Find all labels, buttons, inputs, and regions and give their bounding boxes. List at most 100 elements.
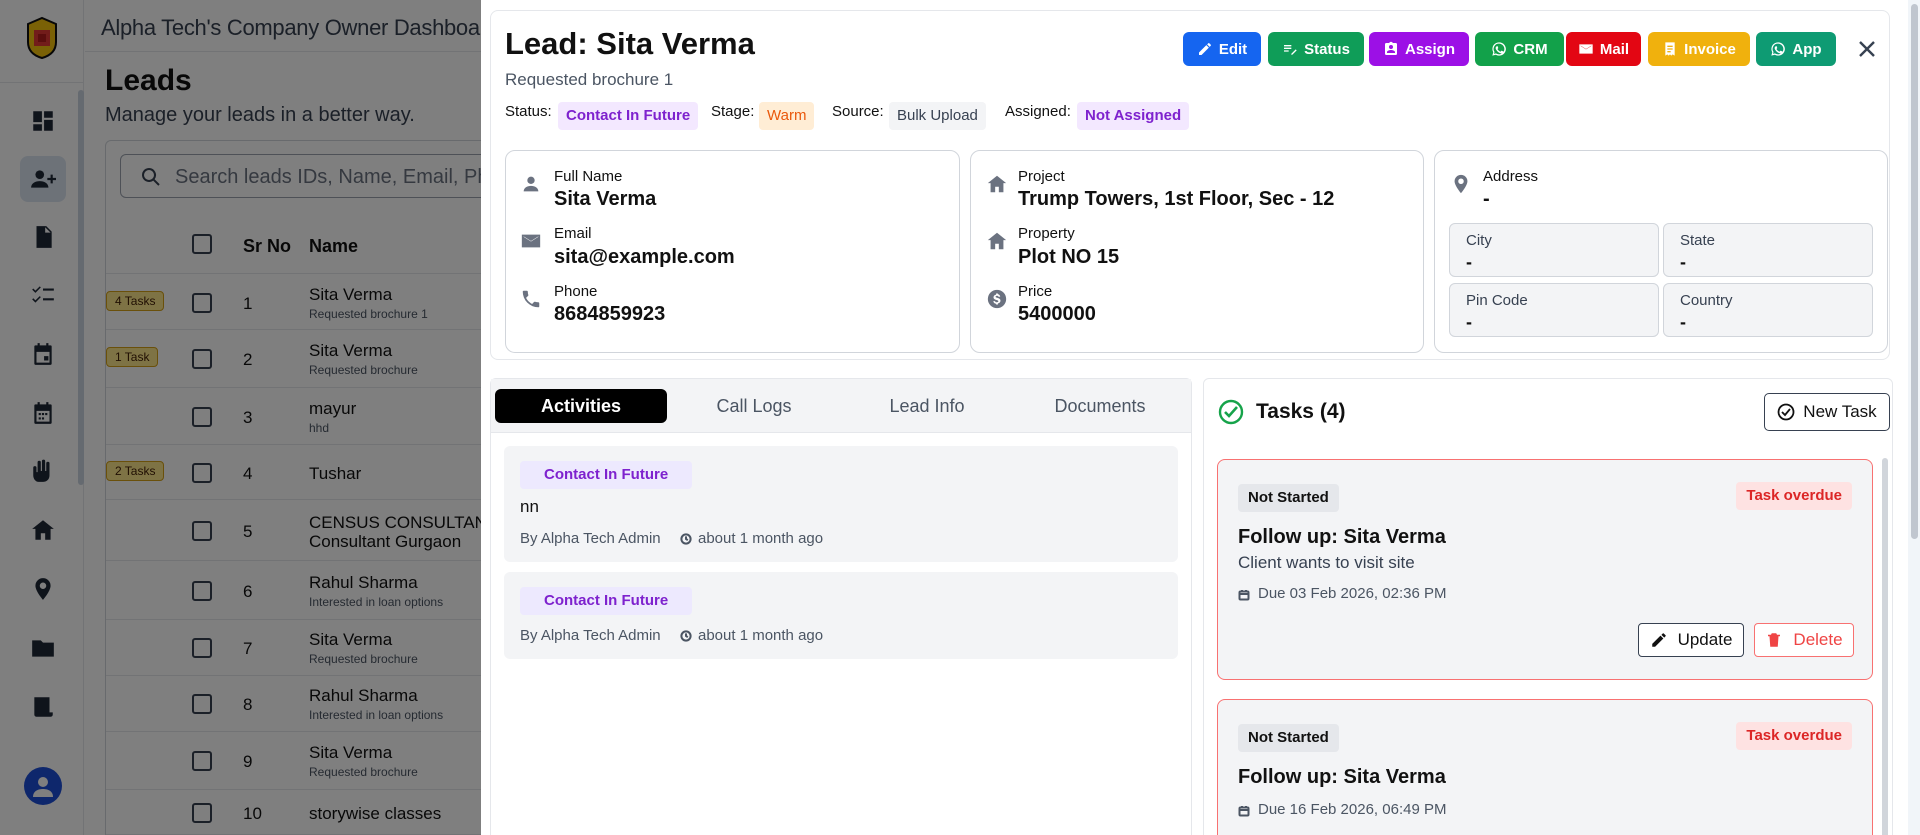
task-card: Not Started Task overdue Follow up: Sita…	[1217, 699, 1873, 835]
activity-note: nn	[520, 497, 539, 516]
property-value: Plot NO 15	[1018, 246, 1120, 268]
drawer-scrollbar[interactable]	[1908, 0, 1920, 835]
delete-label: Delete	[1793, 630, 1843, 649]
phone-label: Phone	[554, 283, 598, 300]
tab-lead-info[interactable]: Lead Info	[841, 389, 1013, 423]
task-status-badge: Not Started	[1238, 484, 1339, 512]
address-value: -	[1483, 188, 1490, 210]
trash-icon	[1768, 633, 1781, 647]
new-task-label: New Task	[1803, 402, 1877, 421]
assign-ind-icon	[1384, 41, 1397, 55]
tab-activities[interactable]: Activities	[495, 389, 667, 423]
pin-code-field: Pin Code -	[1449, 283, 1659, 337]
activity-time: about 1 month ago	[698, 627, 824, 644]
price-value: 5400000	[1018, 303, 1096, 325]
activity-author: By Alpha Tech Admin	[520, 627, 661, 644]
assigned-meta-label: Assigned:	[1005, 103, 1071, 120]
delete-task-button[interactable]: Delete	[1754, 623, 1854, 657]
project-value: Trump Towers, 1st Floor, Sec - 12	[1018, 188, 1335, 210]
price-label: Price	[1018, 283, 1053, 300]
home-icon	[986, 173, 1008, 195]
email-label: Email	[554, 225, 592, 242]
calendar-icon	[1238, 804, 1250, 817]
mail-button[interactable]: Mail	[1566, 32, 1641, 66]
mail-icon	[1579, 44, 1593, 54]
pin-code-label: Pin Code	[1466, 292, 1528, 309]
tasks-scrollbar[interactable]	[1882, 458, 1888, 835]
activity-status-chip: Contact In Future	[520, 461, 693, 489]
status-meta-label: Status:	[505, 103, 552, 120]
source-chip: Bulk Upload	[889, 102, 986, 130]
update-task-button[interactable]: Update	[1638, 623, 1744, 657]
stage-chip: Warm	[759, 102, 815, 130]
task-check-icon	[1777, 403, 1795, 421]
lead-title: Lead: Sita Verma	[505, 26, 755, 61]
home-icon	[986, 230, 1008, 252]
phone-value: 8684859923	[554, 303, 666, 325]
pencil-icon	[1198, 43, 1211, 55]
invoice-label: Invoice	[1684, 40, 1736, 58]
stage-meta-label: Stage:	[711, 103, 755, 120]
close-icon	[1859, 41, 1875, 57]
invoice-icon	[1665, 42, 1675, 56]
source-meta-label: Source:	[832, 103, 884, 120]
app-label: App	[1792, 40, 1822, 58]
country-value: -	[1680, 312, 1686, 332]
task-card: Not Started Task overdue Follow up: Sita…	[1217, 459, 1873, 680]
address-label: Address	[1483, 168, 1539, 185]
full-name-value: Sita Verma	[554, 188, 657, 210]
edit-label: Edit	[1218, 40, 1248, 58]
task-title: Follow up: Sita Verma	[1238, 526, 1446, 548]
update-label: Update	[1677, 630, 1733, 649]
tab-documents[interactable]: Documents	[1014, 389, 1186, 423]
edit-note-icon	[1284, 45, 1297, 55]
task-description: Client wants to visit site	[1238, 553, 1415, 572]
location-pin-icon	[1450, 173, 1472, 195]
activity-author: By Alpha Tech Admin	[520, 530, 661, 547]
activity-item: Contact In Future By Alpha Tech Admin ab…	[504, 572, 1178, 659]
tasks-title: Tasks (4)	[1256, 400, 1346, 423]
task-due-date: Due 16 Feb 2026, 06:49 PM	[1258, 801, 1447, 818]
person-icon	[520, 173, 542, 195]
clock-icon	[680, 629, 692, 642]
task-overdue-badge: Task overdue	[1736, 722, 1852, 750]
country-field: Country -	[1663, 283, 1873, 337]
activity-item: Contact In Future nn By Alpha Tech Admin…	[504, 446, 1178, 562]
whatsapp-icon	[1492, 42, 1507, 56]
invoice-button[interactable]: Invoice	[1648, 32, 1750, 66]
tab-call-logs[interactable]: Call Logs	[668, 389, 840, 423]
whatsapp-icon	[1771, 42, 1786, 56]
dollar-icon	[986, 288, 1008, 310]
task-due-date: Due 03 Feb 2026, 02:36 PM	[1258, 585, 1447, 602]
email-icon	[520, 230, 542, 252]
activity-time: about 1 month ago	[698, 530, 824, 547]
activity-status-chip: Contact In Future	[520, 587, 693, 615]
crm-label: CRM	[1513, 40, 1548, 58]
mail-label: Mail	[1599, 40, 1630, 58]
status-chip: Contact In Future	[558, 102, 699, 130]
edit-button[interactable]: Edit	[1183, 32, 1261, 66]
app-button[interactable]: App	[1756, 32, 1836, 66]
status-button[interactable]: Status	[1268, 32, 1364, 66]
close-drawer-button[interactable]	[1852, 34, 1882, 64]
project-label: Project	[1018, 168, 1065, 185]
state-label: State	[1680, 232, 1716, 249]
task-title: Follow up: Sita Verma	[1238, 766, 1446, 788]
lead-subtitle: Requested brochure 1	[505, 70, 674, 89]
email-value: sita@example.com	[554, 246, 735, 268]
city-value: -	[1466, 252, 1472, 272]
assigned-chip: Not Assigned	[1077, 102, 1190, 130]
state-value: -	[1680, 252, 1686, 272]
task-check-icon	[1218, 399, 1244, 425]
new-task-button[interactable]: New Task	[1764, 393, 1890, 431]
clock-icon	[680, 532, 692, 545]
crm-button[interactable]: CRM	[1475, 32, 1564, 66]
country-label: Country	[1680, 292, 1733, 309]
task-overdue-badge: Task overdue	[1736, 482, 1852, 510]
task-status-badge: Not Started	[1238, 724, 1339, 752]
city-field: City -	[1449, 223, 1659, 277]
phone-icon	[520, 288, 542, 310]
assign-button[interactable]: Assign	[1369, 32, 1469, 66]
property-label: Property	[1018, 225, 1075, 242]
state-field: State -	[1663, 223, 1873, 277]
